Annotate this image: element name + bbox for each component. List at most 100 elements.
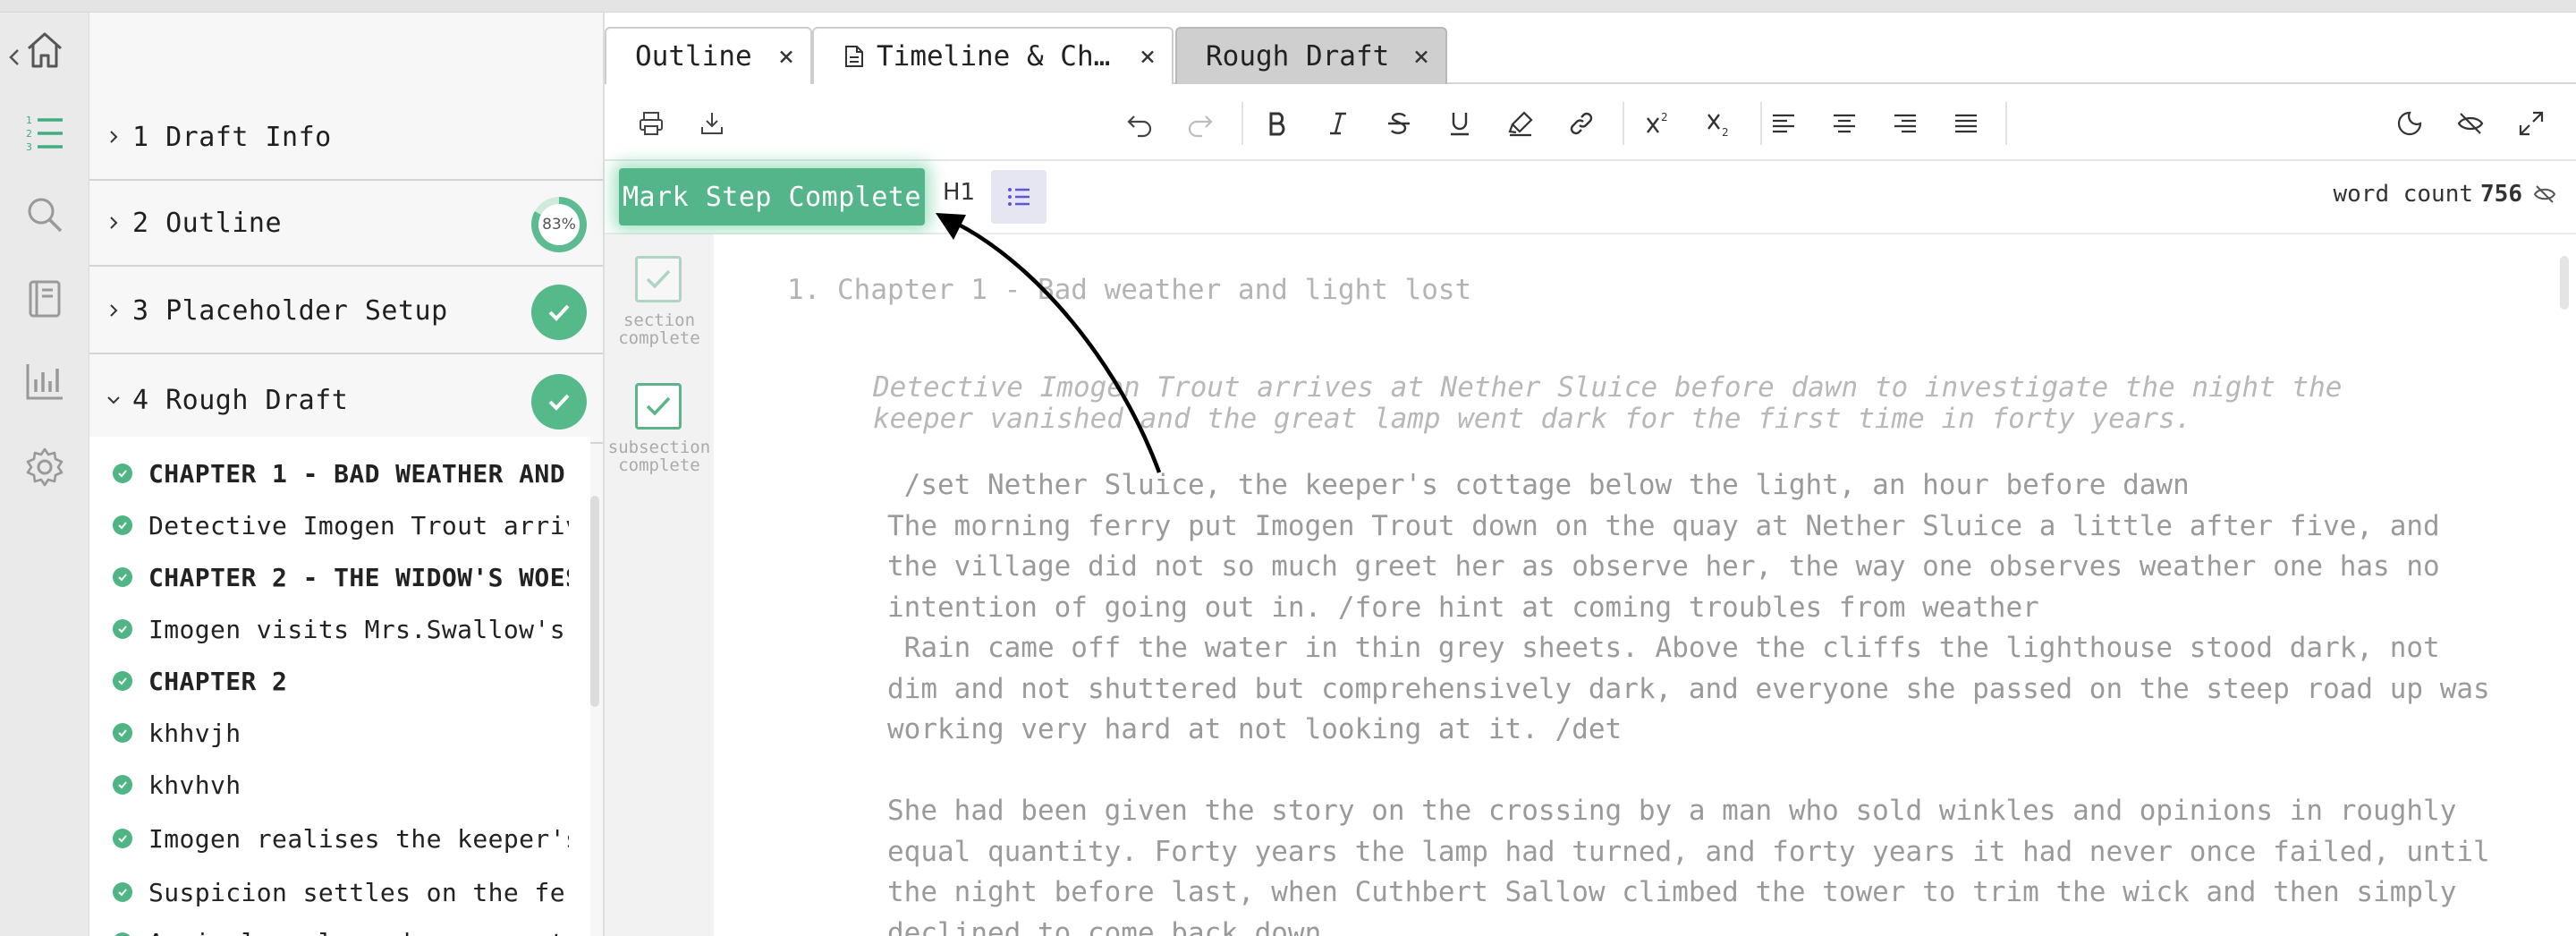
home-button[interactable] xyxy=(20,25,70,75)
svg-text:2: 2 xyxy=(1722,126,1729,138)
list-item[interactable]: Detective Imogen Trout arrives at Nether… xyxy=(89,499,590,551)
dark-mode-button[interactable] xyxy=(2390,104,2429,143)
check-dot-icon xyxy=(113,671,132,691)
chevron-right-icon xyxy=(110,304,118,317)
tab-timeline[interactable]: Timeline & Ch… × xyxy=(812,27,1174,84)
fullscreen-icon xyxy=(2519,111,2544,136)
toolbar-divider xyxy=(1760,102,1762,145)
settings-button[interactable] xyxy=(20,442,70,492)
chevron-right-icon xyxy=(110,131,118,143)
align-justify-icon xyxy=(1955,114,1977,133)
hide-icon xyxy=(2457,113,2484,134)
subscript-button[interactable]: 2 xyxy=(1699,104,1739,143)
list-item[interactable]: Imogen realises the keeper's xyxy=(89,813,590,864)
list-item-text: A single salvaged page contains xyxy=(148,928,569,936)
undo-button[interactable] xyxy=(1120,104,1159,143)
chevron-right-icon xyxy=(110,217,118,229)
progress-text: 83% xyxy=(538,204,580,245)
close-icon[interactable]: × xyxy=(778,41,794,72)
subsection-complete-label: subsection complete xyxy=(607,438,711,475)
superscript-button[interactable]: 2 xyxy=(1639,104,1678,143)
list-item[interactable]: khhvjh xyxy=(89,707,590,759)
chapter-heading: 1. Chapter 1 - Bad weather and light los… xyxy=(787,274,1472,306)
heading-1-button[interactable]: H1 xyxy=(943,179,975,206)
print-button[interactable] xyxy=(631,104,671,143)
step-outline[interactable]: 2 Outline 83% xyxy=(89,181,603,267)
check-dot-icon xyxy=(113,775,132,795)
search-button[interactable] xyxy=(20,190,70,240)
toolbar-divider xyxy=(1623,102,1624,145)
stats-button[interactable] xyxy=(20,356,70,406)
mark-step-complete-button[interactable]: Mark Step Complete xyxy=(619,168,925,225)
align-center-button[interactable] xyxy=(1825,104,1864,143)
close-icon[interactable]: × xyxy=(1140,41,1156,72)
list-item[interactable]: A single salvaged page contains xyxy=(89,916,590,936)
tab-label: Timeline & Ch… xyxy=(877,40,1111,72)
download-icon xyxy=(701,113,723,134)
redo-button[interactable] xyxy=(1181,104,1220,143)
list-item[interactable]: CHAPTER 2 xyxy=(89,655,590,707)
fullscreen-button[interactable] xyxy=(2512,104,2551,143)
list-item-text: khvhvh xyxy=(148,770,242,800)
step-label: 2 Outline xyxy=(132,207,283,239)
list-item[interactable]: CHAPTER 2 - THE WIDOW'S WOES xyxy=(89,551,590,603)
completion-column: section complete subsection complete xyxy=(605,234,714,936)
align-left-icon xyxy=(1773,114,1794,133)
numbered-list-icon xyxy=(1008,188,1030,206)
align-justify-button[interactable] xyxy=(1946,104,1986,143)
list-item-text: Imogen realises the keeper's xyxy=(148,823,569,854)
step-label: 3 Placeholder Setup xyxy=(132,294,448,327)
word-count: word count 756 xyxy=(2333,181,2522,208)
complete-check-icon xyxy=(531,374,587,430)
editor-scrollbar[interactable] xyxy=(2560,256,2569,310)
list-item-text: Detective Imogen Trout arrives at Nether… xyxy=(148,510,569,540)
hide-button[interactable] xyxy=(2451,104,2490,143)
list-item[interactable]: khvhvh xyxy=(89,759,590,811)
underline-button[interactable] xyxy=(1440,104,1479,143)
subscript-icon: 2 xyxy=(1707,114,1729,138)
check-dot-icon xyxy=(113,515,132,535)
check-dot-icon xyxy=(113,932,132,936)
document-editor[interactable]: 1. Chapter 1 - Bad weather and light los… xyxy=(714,234,2576,936)
toolbar-divider xyxy=(1241,102,1243,145)
bold-button[interactable] xyxy=(1258,104,1297,143)
close-icon[interactable]: × xyxy=(1413,41,1429,72)
italic-button[interactable] xyxy=(1318,104,1358,143)
tab-label: Outline xyxy=(635,40,752,72)
chevron-down-icon xyxy=(107,396,120,404)
align-right-button[interactable] xyxy=(1885,104,1925,143)
step-draft-info[interactable]: 1 Draft Info xyxy=(89,95,603,181)
notebook-button[interactable] xyxy=(20,274,70,324)
step-placeholder-setup[interactable]: 3 Placeholder Setup xyxy=(89,268,603,354)
list-item[interactable]: Suspicion settles on the ferryman xyxy=(89,866,590,918)
tab-rough-draft[interactable]: Rough Draft × xyxy=(1175,27,1447,84)
list-item-text: Imogen visits Mrs.Swallow's cottage xyxy=(148,614,569,644)
outline-nav-button[interactable]: 1 2 3 xyxy=(20,107,70,157)
strikethrough-button[interactable] xyxy=(1379,104,1419,143)
svg-text:2: 2 xyxy=(26,128,32,140)
hide-word-count-icon[interactable] xyxy=(2533,183,2556,206)
align-left-button[interactable] xyxy=(1764,104,1803,143)
sidebar-scrollbar[interactable] xyxy=(590,496,599,707)
check-dot-icon xyxy=(113,723,132,743)
outline-toggle-button[interactable] xyxy=(991,170,1046,224)
list-item[interactable]: CHAPTER 1 - BAD WEATHER AND LIGHT LOST xyxy=(89,447,590,499)
check-dot-icon xyxy=(113,567,132,587)
step-rough-draft[interactable]: 4 Rough Draft xyxy=(89,358,603,444)
list-item[interactable]: Imogen visits Mrs.Swallow's cottage xyxy=(89,603,590,655)
home-icon xyxy=(28,32,62,68)
download-button[interactable] xyxy=(692,104,732,143)
highlight-button[interactable] xyxy=(1501,104,1540,143)
link-button[interactable] xyxy=(1562,104,1601,143)
section-complete-checkbox[interactable] xyxy=(635,256,682,302)
subsection-complete-checkbox[interactable] xyxy=(635,383,682,430)
tab-outline[interactable]: Outline × xyxy=(605,27,812,84)
editor-subbar: Mark Step Complete H1 word count 756 xyxy=(605,161,2576,234)
icon-rail: 1 2 3 xyxy=(0,13,89,936)
steps-sidebar: 1 Draft Info 2 Outline 83% 3 Placeholder… xyxy=(89,13,605,936)
link-icon xyxy=(1570,112,1593,135)
dark-mode-icon xyxy=(2397,111,2422,136)
svg-text:1: 1 xyxy=(26,115,32,126)
redo-icon xyxy=(1188,115,1213,138)
align-center-icon xyxy=(1834,114,1855,133)
